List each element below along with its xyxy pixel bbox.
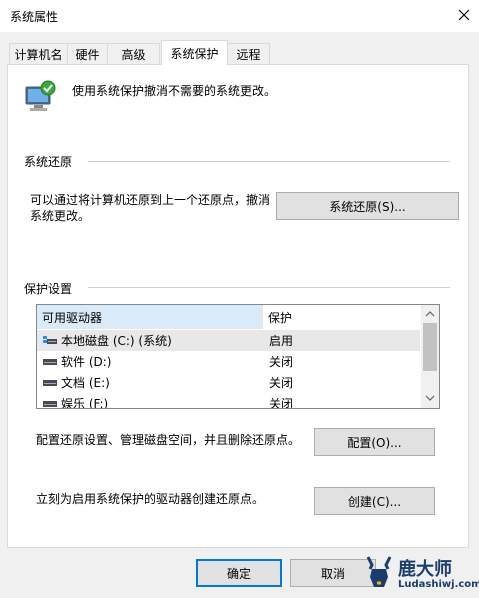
list-header: 可用驱动器 保护 (37, 305, 420, 329)
scroll-up-icon (425, 311, 435, 317)
vertical-scrollbar[interactable] (421, 305, 439, 408)
column-header-drives[interactable]: 可用驱动器 (37, 305, 263, 329)
title-bar (0, 0, 479, 32)
list-item[interactable]: 本地磁盘 (C:) (系统) 启用 (37, 330, 420, 351)
protection-status: 关闭 (269, 397, 294, 409)
system-protection-icon (24, 79, 60, 115)
watermark-logo: 鹿大师 Ludashiwj.com (364, 553, 479, 595)
configure-text: 配置还原设置、管理磁盘空间，并且删除还原点。 (36, 433, 301, 447)
restore-heading: 系统还原 (24, 155, 73, 169)
protection-heading: 保护设置 (24, 282, 73, 296)
scroll-thumb (423, 323, 437, 371)
system-restore-button[interactable]: 系统还原(S)... (276, 192, 459, 220)
tab-system-protection[interactable]: 系统保护 (161, 40, 228, 65)
watermark-url: Ludashiwj.com (398, 579, 479, 590)
drive-label: 本地磁盘 (C:) (系统) (61, 334, 172, 348)
drive-icon (43, 376, 57, 390)
ok-button[interactable]: 确定 (196, 559, 282, 587)
list-item[interactable]: 软件 (D:) 关闭 (37, 351, 420, 372)
create-button[interactable]: 创建(C)... (314, 487, 435, 515)
scroll-down-icon (425, 395, 435, 401)
system-drive-icon (43, 334, 57, 348)
protection-status: 关闭 (269, 355, 294, 369)
tab-hardware[interactable]: 硬件 (67, 43, 108, 64)
drive-list[interactable]: 可用驱动器 保护 本地磁盘 (C:) (系统) 启用 软件 (D:) 关闭 文档… (36, 304, 440, 409)
restore-divider (88, 161, 450, 162)
column-header-protection[interactable]: 保护 (263, 305, 420, 329)
close-icon[interactable] (452, 3, 476, 27)
drive-label: 娱乐 (F:) (61, 397, 109, 409)
drive-icon (43, 397, 57, 409)
protection-status: 启用 (269, 334, 294, 348)
drive-label: 软件 (D:) (61, 355, 112, 369)
list-item[interactable]: 文档 (E:) 关闭 (37, 372, 420, 393)
intro-text: 使用系统保护撤消不需要的系统更改。 (72, 84, 277, 98)
configure-button[interactable]: 配置(O)... (314, 428, 435, 456)
watermark-brand: 鹿大师 (398, 559, 452, 580)
tab-advanced[interactable]: 高级 (107, 43, 160, 64)
create-text: 立刻为启用系统保护的驱动器创建还原点。 (36, 492, 265, 506)
drive-icon (43, 355, 57, 369)
tab-remote[interactable]: 远程 (227, 43, 270, 64)
protection-status: 关闭 (269, 376, 294, 390)
restore-description-line1: 可以通过将计算机还原到上一个还原点，撤消 (30, 193, 271, 207)
restore-description-line2: 系统更改。 (30, 209, 91, 223)
list-item[interactable]: 娱乐 (F:) 关闭 (37, 393, 420, 409)
tab-computer-name[interactable]: 计算机名 (9, 43, 68, 64)
window-title: 系统属性 (10, 10, 59, 24)
deer-logo-icon (366, 556, 392, 587)
drive-label: 文档 (E:) (61, 376, 110, 390)
protection-divider (88, 287, 450, 288)
